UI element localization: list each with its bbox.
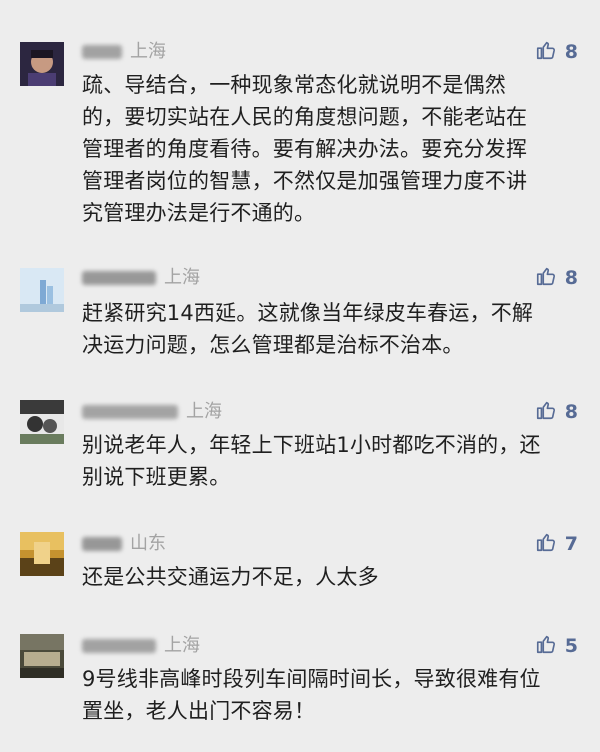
comment-line: 赶紧研究14西延。这就像当年绿皮车春运，不解 [82, 301, 534, 325]
like-button[interactable]: 5 [535, 634, 578, 658]
like-button[interactable]: 8 [535, 266, 578, 290]
comment-line: 管理者的角度看待。要有解决办法。要充分发挥 [82, 137, 528, 161]
like-button[interactable]: 7 [535, 532, 578, 556]
avatar[interactable] [20, 268, 64, 312]
commenter-info: 上海 [82, 400, 222, 424]
commenter-info: 山东 [82, 532, 166, 556]
thumbs-up-icon [535, 633, 557, 659]
masked-username [82, 537, 122, 551]
location-label: 上海 [164, 635, 200, 656]
comment-text: 还是公共交通运力不足，人太多 [82, 561, 582, 593]
location-label: 上海 [164, 267, 200, 288]
comment-line: 置坐，老人出门不容易！ [82, 699, 316, 723]
comment-text: 9号线非高峰时段列车间隔时间长，导致很难有位 置坐，老人出门不容易！ [82, 663, 582, 727]
comment-line: 究管理办法是行不通的。 [82, 201, 316, 225]
thumbs-up-icon [535, 399, 557, 425]
like-count: 8 [564, 401, 578, 423]
avatar[interactable] [20, 634, 64, 678]
commenter-info: 上海 [82, 634, 200, 658]
comment-text: 别说老年人，年轻上下班站1小时都吃不消的，还 别说下班更累。 [82, 429, 582, 493]
comment-item: 上海 5 9号线非高峰时段列车间隔时间长，导致很难有位 置坐，老人出门不容易！ [0, 0, 600, 723]
comment-line: 别说老年人，年轻上下班站1小时都吃不消的，还 [82, 433, 541, 457]
masked-username [82, 639, 156, 653]
comment-text: 赶紧研究14西延。这就像当年绿皮车春运，不解 决运力问题，怎么管理都是治标不治本… [82, 297, 582, 361]
like-count: 7 [564, 533, 578, 555]
location-label: 山东 [130, 533, 166, 554]
like-count: 5 [564, 635, 578, 657]
comment-line: 管理者岗位的智慧，不然仅是加强管理力度不讲 [82, 169, 528, 193]
like-button[interactable]: 8 [535, 400, 578, 424]
comment-line: 9号线非高峰时段列车间隔时间长，导致很难有位 [82, 667, 541, 691]
like-count: 8 [564, 267, 578, 289]
thumbs-up-icon [535, 531, 557, 557]
location-label: 上海 [186, 401, 222, 422]
comment-line: 还是公共交通运力不足，人太多 [82, 565, 379, 589]
commenter-info: 上海 [82, 266, 200, 290]
comment-line: 决运力问题，怎么管理都是治标不治本。 [82, 333, 464, 357]
masked-username [82, 271, 156, 285]
comment-line: 别说下班更累。 [82, 465, 231, 489]
masked-username [82, 405, 178, 419]
thumbs-up-icon [535, 265, 557, 291]
avatar[interactable] [20, 400, 64, 444]
avatar[interactable] [20, 532, 64, 576]
